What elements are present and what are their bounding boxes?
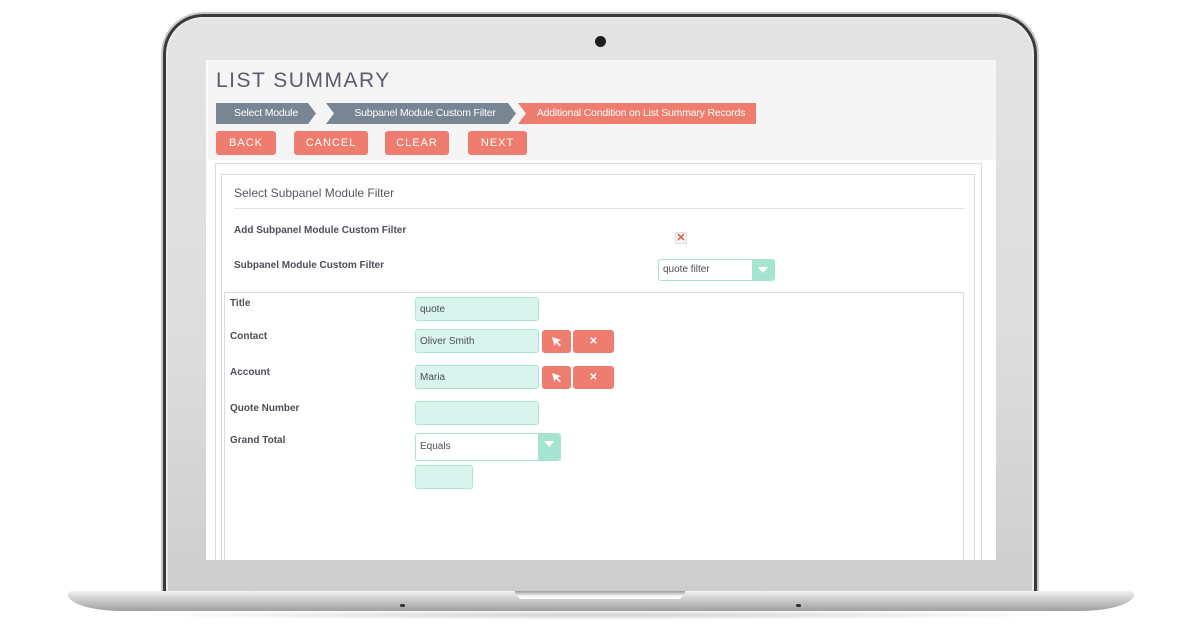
- filter-fields-box: Title Contact ✕ Account ✕ Quote Number: [224, 292, 964, 560]
- contact-label: Contact: [230, 331, 268, 342]
- laptop-shadow: [120, 610, 1080, 620]
- section-title: Select Subpanel Module Filter: [234, 186, 395, 200]
- outer-panel: Select Subpanel Module Filter Add Subpan…: [215, 163, 982, 560]
- account-input[interactable]: [415, 365, 539, 389]
- chevron-down-icon: [752, 260, 774, 280]
- contact-clear-button[interactable]: ✕: [573, 330, 614, 353]
- contact-input[interactable]: [415, 329, 539, 353]
- grand-total-operator-select[interactable]: Equals: [415, 433, 561, 461]
- webcam-icon: [595, 36, 606, 47]
- cursor-arrow-icon: [552, 373, 561, 383]
- step-subpanel-custom-filter[interactable]: Subpanel Module Custom Filter: [326, 103, 516, 124]
- section-divider: [234, 208, 965, 209]
- screen: LIST SUMMARY Select Module Subpanel Modu…: [206, 60, 996, 560]
- custom-filter-label: Subpanel Module Custom Filter: [234, 260, 385, 271]
- cursor-arrow-icon: [552, 337, 561, 347]
- title-input[interactable]: [415, 297, 539, 321]
- grand-total-operator-value: Equals: [420, 441, 451, 452]
- page-title: LIST SUMMARY: [216, 69, 391, 92]
- step-select-module[interactable]: Select Module: [216, 103, 316, 124]
- custom-filter-value: quote filter: [663, 264, 710, 275]
- contact-select-button[interactable]: [542, 330, 571, 353]
- laptop-foot: [400, 604, 405, 607]
- step-additional-condition[interactable]: Additional Condition on List Summary Rec…: [518, 103, 756, 124]
- account-clear-button[interactable]: ✕: [573, 366, 614, 389]
- title-label: Title: [230, 298, 251, 309]
- back-button[interactable]: BACK: [216, 131, 276, 155]
- next-button[interactable]: NEXT: [468, 131, 527, 155]
- laptop-foot: [796, 604, 801, 607]
- grand-total-value-input[interactable]: [415, 465, 473, 489]
- header-area: LIST SUMMARY Select Module Subpanel Modu…: [208, 60, 996, 160]
- custom-filter-select[interactable]: quote filter: [658, 259, 775, 281]
- laptop-notch: [515, 591, 685, 599]
- add-custom-filter-label: Add Subpanel Module Custom Filter: [234, 225, 407, 236]
- filter-panel: Select Subpanel Module Filter Add Subpan…: [221, 174, 975, 560]
- quote-number-label: Quote Number: [230, 403, 300, 414]
- add-custom-filter-checkbox[interactable]: ✕: [675, 232, 687, 244]
- account-select-button[interactable]: [542, 366, 571, 389]
- quote-number-input[interactable]: [415, 401, 539, 425]
- account-label: Account: [230, 367, 270, 378]
- clear-button[interactable]: CLEAR: [385, 131, 449, 155]
- chevron-down-icon: [538, 434, 560, 460]
- cancel-button[interactable]: CANCEL: [294, 131, 368, 155]
- grand-total-label: Grand Total: [230, 435, 286, 446]
